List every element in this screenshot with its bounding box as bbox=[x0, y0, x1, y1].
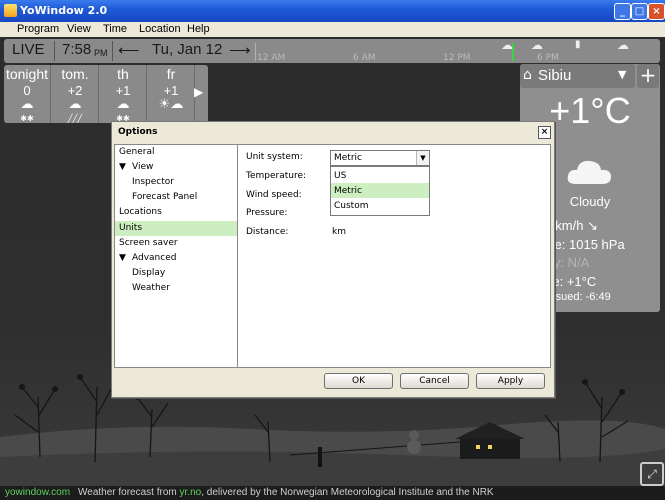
app-icon bbox=[4, 4, 17, 17]
menu-time[interactable]: Time bbox=[103, 23, 127, 35]
forecast-day[interactable]: tom. +2 ☁ ╱╱╱ bbox=[52, 65, 99, 123]
status-suffix: , delivered by the Norwegian Meteorologi… bbox=[201, 487, 494, 498]
current-date: Tu, Jan 12 bbox=[152, 41, 223, 58]
chevron-down-icon: ▼ bbox=[416, 151, 429, 165]
ruler-tick: 12 PM bbox=[443, 53, 471, 63]
snow-cloud-icon: ☁ bbox=[617, 38, 629, 52]
apply-button[interactable]: Apply bbox=[476, 373, 545, 389]
menu-help[interactable]: Help bbox=[187, 23, 210, 35]
distance-label: Distance: bbox=[246, 227, 289, 237]
forecast-temp: +2 bbox=[67, 83, 83, 98]
live-button[interactable]: LIVE bbox=[12, 41, 45, 58]
dialog-title: Options bbox=[118, 127, 158, 137]
options-tree: General ▼ View Inspector Forecast Panel … bbox=[114, 144, 238, 368]
cloud-icon: ☁ bbox=[531, 38, 543, 52]
window-titlebar: YoWindow 2.0 _ □ × bbox=[0, 0, 665, 22]
tree-item-view[interactable]: View bbox=[132, 162, 153, 172]
time-ampm: PM bbox=[94, 48, 108, 58]
divider bbox=[54, 41, 55, 61]
tree-item-screen-saver[interactable]: Screen saver bbox=[119, 238, 178, 248]
status-bar: yowindow.com Weather forecast from yr.no… bbox=[0, 486, 665, 500]
tree-expand-arrow-icon[interactable]: ▼ bbox=[119, 253, 126, 263]
site-link[interactable]: yowindow.com bbox=[5, 487, 70, 498]
distance-value: km bbox=[332, 227, 346, 237]
option-label: Custom bbox=[334, 201, 369, 211]
divider bbox=[112, 41, 113, 61]
city-name: Sibiu bbox=[538, 67, 572, 84]
menu-program[interactable]: Program bbox=[17, 23, 59, 35]
unit-system-select[interactable]: Metric ▼ bbox=[330, 150, 430, 166]
forecast-panel: tonight 0 ☁ ✱✱ tom. +2 ☁ ╱╱╱ th +1 ☁ ✱✱ fr … bbox=[4, 65, 208, 123]
forecast-day-label: fr bbox=[166, 66, 176, 82]
menu-bar: Program View Time Location Help bbox=[0, 22, 665, 37]
status-prefix: Weather forecast from bbox=[78, 487, 180, 498]
window-title: YoWindow 2.0 bbox=[20, 4, 108, 17]
option-us[interactable]: US bbox=[331, 168, 429, 183]
tree-item-general[interactable]: General bbox=[119, 147, 154, 157]
tree-item-advanced[interactable]: Advanced bbox=[132, 253, 176, 263]
prev-day-arrow-icon[interactable]: ⟵ bbox=[118, 41, 140, 59]
ruler-tick: 6 AM bbox=[353, 53, 376, 63]
time-ruler[interactable]: 12 AM 6 AM 12 PM 6 PM ☁ ☁ ▮ ☁ bbox=[255, 38, 660, 63]
cancel-button[interactable]: Cancel bbox=[400, 373, 469, 389]
provider-link[interactable]: yr.no bbox=[180, 487, 202, 498]
unit-system-value: Metric bbox=[334, 153, 362, 163]
city-selector[interactable]: ⌂ Sibiu ▼ bbox=[520, 64, 635, 88]
home-icon: ⌂ bbox=[523, 67, 532, 83]
tree-item-inspector[interactable]: Inspector bbox=[132, 177, 174, 187]
thermometer-icon: ▮ bbox=[575, 39, 581, 50]
ok-button[interactable]: OK bbox=[324, 373, 393, 389]
tree-item-locations[interactable]: Locations bbox=[119, 207, 162, 217]
status-text: Weather forecast from yr.no, delivered b… bbox=[78, 487, 494, 498]
wind-speed-label: Wind speed: bbox=[246, 190, 302, 200]
unit-system-dropdown: US Metric Custom bbox=[330, 166, 430, 216]
forecast-day-label: tom. bbox=[61, 66, 89, 82]
forecast-day[interactable]: fr +1 ☀☁ bbox=[148, 65, 195, 123]
tree-item-units[interactable]: Units bbox=[115, 221, 237, 236]
pressure-label: Pressure: bbox=[246, 208, 288, 218]
forecast-temp: +1 bbox=[163, 83, 179, 98]
unit-system-label: Unit system: bbox=[246, 152, 303, 162]
option-custom[interactable]: Custom bbox=[331, 198, 429, 213]
dialog-close-button[interactable]: × bbox=[538, 126, 551, 139]
forecast-day-label: th bbox=[117, 66, 129, 82]
forecast-day-label: tonight bbox=[5, 66, 49, 82]
add-location-button[interactable]: + bbox=[637, 64, 659, 88]
forecast-temp: 0 bbox=[23, 83, 31, 98]
tree-expand-arrow-icon[interactable]: ▼ bbox=[119, 162, 126, 172]
minimize-button[interactable]: _ bbox=[614, 3, 631, 20]
tree-item-weather[interactable]: Weather bbox=[132, 283, 170, 293]
forecast-day[interactable]: tonight 0 ☁ ✱✱ bbox=[4, 65, 51, 123]
snow-icon: ☁ ✱✱ bbox=[20, 97, 34, 123]
fullscreen-expand-icon[interactable]: ⤢ bbox=[640, 462, 664, 486]
ruler-tick: 6 PM bbox=[537, 53, 559, 63]
options-dialog: Options × General ▼ View Inspector Forec… bbox=[111, 121, 555, 398]
option-metric[interactable]: Metric bbox=[331, 183, 429, 198]
close-button[interactable]: × bbox=[648, 3, 665, 20]
ruler-tick: 12 AM bbox=[257, 53, 286, 63]
option-label: Metric bbox=[334, 186, 362, 196]
tree-item-forecast-panel[interactable]: Forecast Panel bbox=[132, 192, 197, 202]
tree-item-label: Units bbox=[119, 223, 143, 233]
tree-item-display[interactable]: Display bbox=[132, 268, 165, 278]
temperature-label: Temperature: bbox=[246, 171, 307, 181]
cloud-icon bbox=[567, 160, 611, 184]
option-label: US bbox=[334, 171, 347, 181]
menu-view[interactable]: View bbox=[67, 23, 91, 35]
menu-location[interactable]: Location bbox=[139, 23, 181, 35]
next-day-arrow-icon[interactable]: ⟶ bbox=[229, 41, 251, 59]
partly-sunny-icon: ☀☁ bbox=[158, 97, 184, 112]
current-time: 7:58 bbox=[62, 41, 92, 58]
rain-icon: ☁ ╱╱╱ bbox=[67, 97, 83, 123]
maximize-button[interactable]: □ bbox=[631, 3, 648, 20]
forecast-temp: +1 bbox=[115, 83, 131, 98]
units-panel: Unit system: Metric ▼ Temperature: Wind … bbox=[237, 144, 551, 368]
forecast-next-arrow-icon[interactable]: ▶ bbox=[194, 85, 203, 99]
rain-cloud-icon: ☁ bbox=[501, 38, 513, 52]
forecast-day[interactable]: th +1 ☁ ✱✱ bbox=[100, 65, 147, 123]
dropdown-arrow-icon: ▼ bbox=[618, 68, 627, 81]
